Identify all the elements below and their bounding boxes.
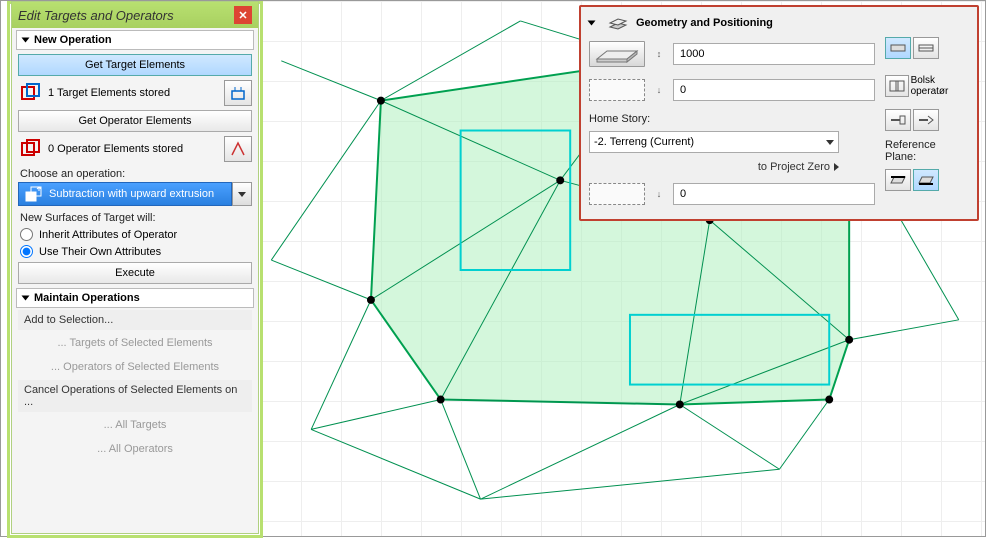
palette-titlebar[interactable]: Edit Targets and Operators ✕ (12, 2, 258, 28)
elevation-ref-icon (589, 183, 645, 205)
elevation-input[interactable] (673, 79, 875, 101)
target-pick-button[interactable] (224, 80, 252, 106)
thickness-input[interactable] (673, 43, 875, 65)
ref-plane-top-button[interactable] (885, 169, 911, 191)
arrow-right-icon (834, 163, 839, 171)
down-arrow-icon: ↓ (651, 85, 667, 95)
disclosure-icon (22, 296, 30, 301)
disclosure-icon (588, 21, 596, 26)
radio-own-input[interactable] (20, 245, 33, 258)
all-targets-button[interactable]: ... All Targets (18, 414, 252, 436)
combo-arrow-icon[interactable] (232, 182, 252, 206)
disclosure-icon (22, 38, 30, 43)
palette-title: Edit Targets and Operators (18, 8, 174, 23)
ref-plane-bottom-button[interactable] (913, 169, 939, 191)
operator-icon (18, 137, 42, 161)
geometry-header[interactable]: Geometry and Positioning (589, 13, 969, 37)
execute-button[interactable]: Execute (18, 262, 252, 284)
ref-elevation-input[interactable] (673, 183, 875, 205)
target-stored-label: 1 Target Elements stored (48, 87, 218, 99)
new-surfaces-label: New Surfaces of Target will: (20, 212, 250, 224)
section-maintain[interactable]: Maintain Operations (16, 288, 254, 308)
operator-pick-button[interactable] (224, 136, 252, 162)
radio-own[interactable]: Use Their Own Attributes (20, 245, 250, 258)
down-arrow-icon: ↓ (651, 189, 667, 199)
slab-3d-icon (608, 15, 628, 31)
radio-inherit[interactable]: Inherit Attributes of Operator (20, 228, 250, 241)
operators-of-selected-button[interactable]: ... Operators of Selected Elements (18, 356, 252, 378)
section-label: Maintain Operations (34, 292, 140, 304)
chevron-down-icon (826, 140, 834, 145)
section-new-operation[interactable]: New Operation (16, 30, 254, 50)
add-to-selection-label: Add to Selection... (18, 310, 252, 330)
home-story-label: Home Story: (589, 113, 875, 125)
elevation-top-icon (589, 79, 645, 101)
bolsk-label: Bolsk operatør (911, 75, 969, 97)
ref-plane-label: Reference Plane: (885, 139, 969, 163)
operation-selected: Subtraction with upward extrusion (49, 188, 214, 200)
structure-mode-2-button[interactable] (913, 37, 939, 59)
bolsk-icon-button[interactable] (885, 75, 909, 97)
section-label: New Operation (34, 34, 112, 46)
all-operators-button[interactable]: ... All Operators (18, 438, 252, 460)
geometry-title: Geometry and Positioning (636, 17, 773, 29)
dimension-arrows-icon: ↕ (651, 49, 667, 59)
get-operator-elements-button[interactable]: Get Operator Elements (18, 110, 252, 132)
target-icon (18, 81, 42, 105)
home-story-select[interactable]: -2. Terreng (Current) (589, 131, 839, 153)
structure-mode-1-button[interactable] (885, 37, 911, 59)
get-target-elements-button[interactable]: Get Target Elements (18, 54, 252, 76)
close-icon[interactable]: ✕ (234, 6, 252, 24)
floorplan-display-2-button[interactable] (913, 109, 939, 131)
radio-own-label: Use Their Own Attributes (39, 246, 161, 258)
thickness-icon (589, 41, 645, 67)
edit-targets-palette: Edit Targets and Operators ✕ New Operati… (11, 1, 259, 534)
targets-of-selected-button[interactable]: ... Targets of Selected Elements (18, 332, 252, 354)
to-project-zero-link[interactable]: to Project Zero (589, 161, 839, 173)
cancel-ops-label: Cancel Operations of Selected Elements o… (18, 380, 252, 412)
geometry-panel: Geometry and Positioning ↕ ↓ Home Story:… (579, 5, 979, 221)
subtraction-up-icon (25, 186, 43, 202)
floorplan-display-button[interactable] (885, 109, 911, 131)
operation-combo[interactable]: Subtraction with upward extrusion (18, 182, 252, 206)
choose-operation-label: Choose an operation: (20, 168, 250, 180)
radio-inherit-input[interactable] (20, 228, 33, 241)
home-story-value: -2. Terreng (Current) (594, 136, 694, 148)
operator-stored-label: 0 Operator Elements stored (48, 143, 218, 155)
radio-inherit-label: Inherit Attributes of Operator (39, 229, 177, 241)
